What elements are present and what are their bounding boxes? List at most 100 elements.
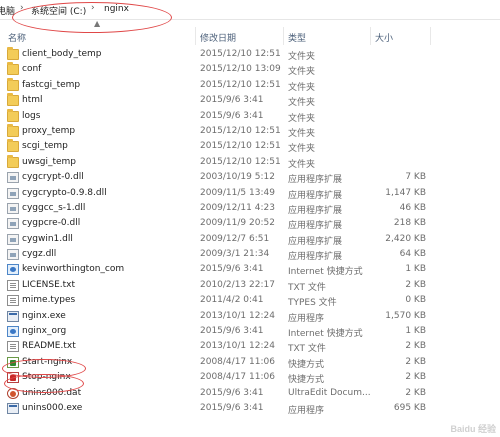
file-type: 快捷方式 xyxy=(288,359,325,370)
file-modified-date: 2015/12/10 12:51 xyxy=(200,141,281,152)
file-name: cygz.dll xyxy=(22,249,57,260)
folder-icon xyxy=(7,93,19,107)
file-size: 218 KB xyxy=(393,218,426,229)
file-row[interactable]: client_body_temp 2015/12/10 12:51 文件夹 xyxy=(0,47,500,62)
file-row[interactable]: cygcrypt-0.dll 2003/10/19 5:12 应用程序扩展 7 KB xyxy=(0,170,500,185)
file-row[interactable]: conf 2015/12/10 13:09 文件夹 xyxy=(0,62,500,77)
column-header-type[interactable]: 类型 xyxy=(288,31,306,44)
dll-icon xyxy=(7,172,19,184)
file-type: 应用程序扩展 xyxy=(288,221,343,232)
file-name: Stop-nginx xyxy=(22,372,71,383)
file-modified-date: 2008/4/17 11:06 xyxy=(200,356,275,367)
column-header-modified[interactable]: 修改日期 xyxy=(200,31,236,44)
file-row[interactable]: cygpcre-0.dll 2009/11/9 20:52 应用程序扩展 218 KB xyxy=(0,216,500,231)
file-name: scgi_temp xyxy=(22,141,68,152)
file-row[interactable]: unins000.dat 2015/9/6 3:41 UltraEdit Docum… xyxy=(0,386,500,401)
file-row[interactable]: cyggcc_s-1.dll 2009/12/11 4:23 应用程序扩展 46 KB xyxy=(0,201,500,216)
file-row[interactable]: cygcrypto-0.9.8.dll 2009/11/5 13:49 应用程序扩展… xyxy=(0,186,500,201)
file-name: client_body_temp xyxy=(22,49,102,59)
file-modified-date: 2015/9/6 3:41 xyxy=(200,110,264,121)
file-row[interactable]: proxy_temp 2015/12/10 12:51 文件夹 xyxy=(0,123,500,139)
folder-icon xyxy=(7,123,19,137)
file-modified-date: 2015/12/10 12:51 xyxy=(200,125,281,136)
start-shortcut-icon xyxy=(7,356,19,368)
file-type: 文件夹 xyxy=(288,98,316,109)
breadcrumb-separator-icon: › xyxy=(91,3,95,13)
file-name: README.txt xyxy=(22,341,76,352)
file-row[interactable]: Start-nginx 2008/4/17 11:06 快捷方式 2 KB xyxy=(0,355,500,370)
file-name: LICENSE.txt xyxy=(22,279,76,290)
column-divider[interactable] xyxy=(283,27,284,45)
file-size: 0 KB xyxy=(405,295,426,306)
file-row[interactable]: uwsgi_temp 2015/12/10 12:51 文件夹 xyxy=(0,154,500,170)
file-type: 应用程序扩展 xyxy=(288,252,343,263)
exe-icon xyxy=(7,310,19,322)
column-header-size[interactable]: 大小 xyxy=(375,31,393,44)
file-type: 文件夹 xyxy=(288,113,316,124)
file-row[interactable]: kevinworthington_com 2015/9/6 3:41 Interne… xyxy=(0,262,500,277)
file-name: nginx_org xyxy=(22,326,67,337)
file-row[interactable]: README.txt 2013/10/1 12:24 TXT 文件 2 KB xyxy=(0,339,500,354)
file-modified-date: 2009/3/1 21:34 xyxy=(200,249,270,260)
file-row[interactable]: Stop-nginx 2008/4/17 11:06 快捷方式 2 KB xyxy=(0,370,500,385)
file-row[interactable]: logs 2015/9/6 3:41 文件夹 xyxy=(0,108,500,124)
file-type: 应用程序扩展 xyxy=(288,190,343,201)
file-modified-date: 2013/10/1 12:24 xyxy=(200,310,275,321)
file-row[interactable]: mime.types 2011/4/2 0:41 TYPES 文件 0 KB xyxy=(0,293,500,308)
internet-shortcut-icon xyxy=(7,264,19,276)
breadcrumb-nginx[interactable]: nginx xyxy=(104,4,129,14)
file-size: 7 KB xyxy=(405,172,426,183)
folder-icon xyxy=(7,139,19,153)
file-type: TYPES 文件 xyxy=(288,298,337,309)
file-name: cygpcre-0.dll xyxy=(22,218,81,229)
file-modified-date: 2015/9/6 3:41 xyxy=(200,387,264,398)
file-name: html xyxy=(22,95,43,106)
column-header-name[interactable]: 名称 xyxy=(8,31,26,44)
file-modified-date: 2015/12/10 12:51 xyxy=(200,49,281,59)
breadcrumb-drive-c[interactable]: 系统空间 (C:) xyxy=(31,4,86,17)
file-row[interactable]: nginx.exe 2013/10/1 12:24 应用程序 1,570 KB xyxy=(0,309,500,324)
column-divider[interactable] xyxy=(195,27,196,45)
file-name: cygwin1.dll xyxy=(22,233,73,244)
file-modified-date: 2003/10/19 5:12 xyxy=(200,172,275,183)
file-type: 文件夹 xyxy=(288,128,316,139)
file-row[interactable]: nginx_org 2015/9/6 3:41 Internet 快捷方式 1 KB xyxy=(0,324,500,339)
file-type: 文件夹 xyxy=(288,67,316,78)
file-row[interactable]: scgi_temp 2015/12/10 12:51 文件夹 xyxy=(0,139,500,154)
file-modified-date: 2015/9/6 3:41 xyxy=(200,264,264,275)
file-name: mime.types xyxy=(22,295,76,306)
file-modified-date: 2015/12/10 13:09 xyxy=(200,64,281,75)
file-row[interactable]: html 2015/9/6 3:41 文件夹 xyxy=(0,93,500,108)
column-divider[interactable] xyxy=(370,27,371,45)
sort-up-icon: ▲ xyxy=(94,19,101,28)
file-type: 文件夹 xyxy=(288,144,316,155)
file-size: 1 KB xyxy=(405,326,426,337)
file-name: nginx.exe xyxy=(22,310,66,321)
file-modified-date: 2011/4/2 0:41 xyxy=(200,295,264,306)
file-row[interactable]: unins000.exe 2015/9/6 3:41 应用程序 695 KB xyxy=(0,401,500,416)
file-row[interactable]: LICENSE.txt 2010/2/13 22:17 TXT 文件 2 KB xyxy=(0,278,500,293)
column-divider[interactable] xyxy=(430,27,431,45)
file-size: 2 KB xyxy=(405,372,426,383)
file-name: cyggcc_s-1.dll xyxy=(22,202,86,213)
dll-icon xyxy=(7,218,19,230)
file-type: TXT 文件 xyxy=(288,344,326,355)
file-modified-date: 2015/12/10 12:51 xyxy=(200,156,281,167)
file-modified-date: 2010/2/13 22:17 xyxy=(200,279,275,290)
breadcrumb-computer[interactable]: 电脑 xyxy=(0,4,15,17)
file-size: 2 KB xyxy=(405,356,426,367)
file-row[interactable]: fastcgi_temp 2015/12/10 12:51 文件夹 xyxy=(0,77,500,93)
file-modified-date: 2015/12/10 12:51 xyxy=(200,79,281,90)
address-bar[interactable]: 电脑 › 系统空间 (C:) › nginx xyxy=(0,0,500,20)
file-row[interactable]: cygwin1.dll 2009/12/7 6:51 应用程序扩展 2,420 KB xyxy=(0,232,500,247)
file-type: 快捷方式 xyxy=(288,375,325,386)
file-row[interactable]: cygz.dll 2009/3/1 21:34 应用程序扩展 64 KB xyxy=(0,247,500,262)
file-type: 应用程序 xyxy=(288,313,325,324)
breadcrumb-separator-icon: › xyxy=(20,3,24,13)
file-size: 1 KB xyxy=(405,264,426,275)
folder-icon xyxy=(7,108,19,122)
file-name: Start-nginx xyxy=(22,356,73,367)
file-modified-date: 2015/9/6 3:41 xyxy=(200,326,264,337)
file-modified-date: 2008/4/17 11:06 xyxy=(200,372,275,383)
file-type: 应用程序扩展 xyxy=(288,175,343,186)
